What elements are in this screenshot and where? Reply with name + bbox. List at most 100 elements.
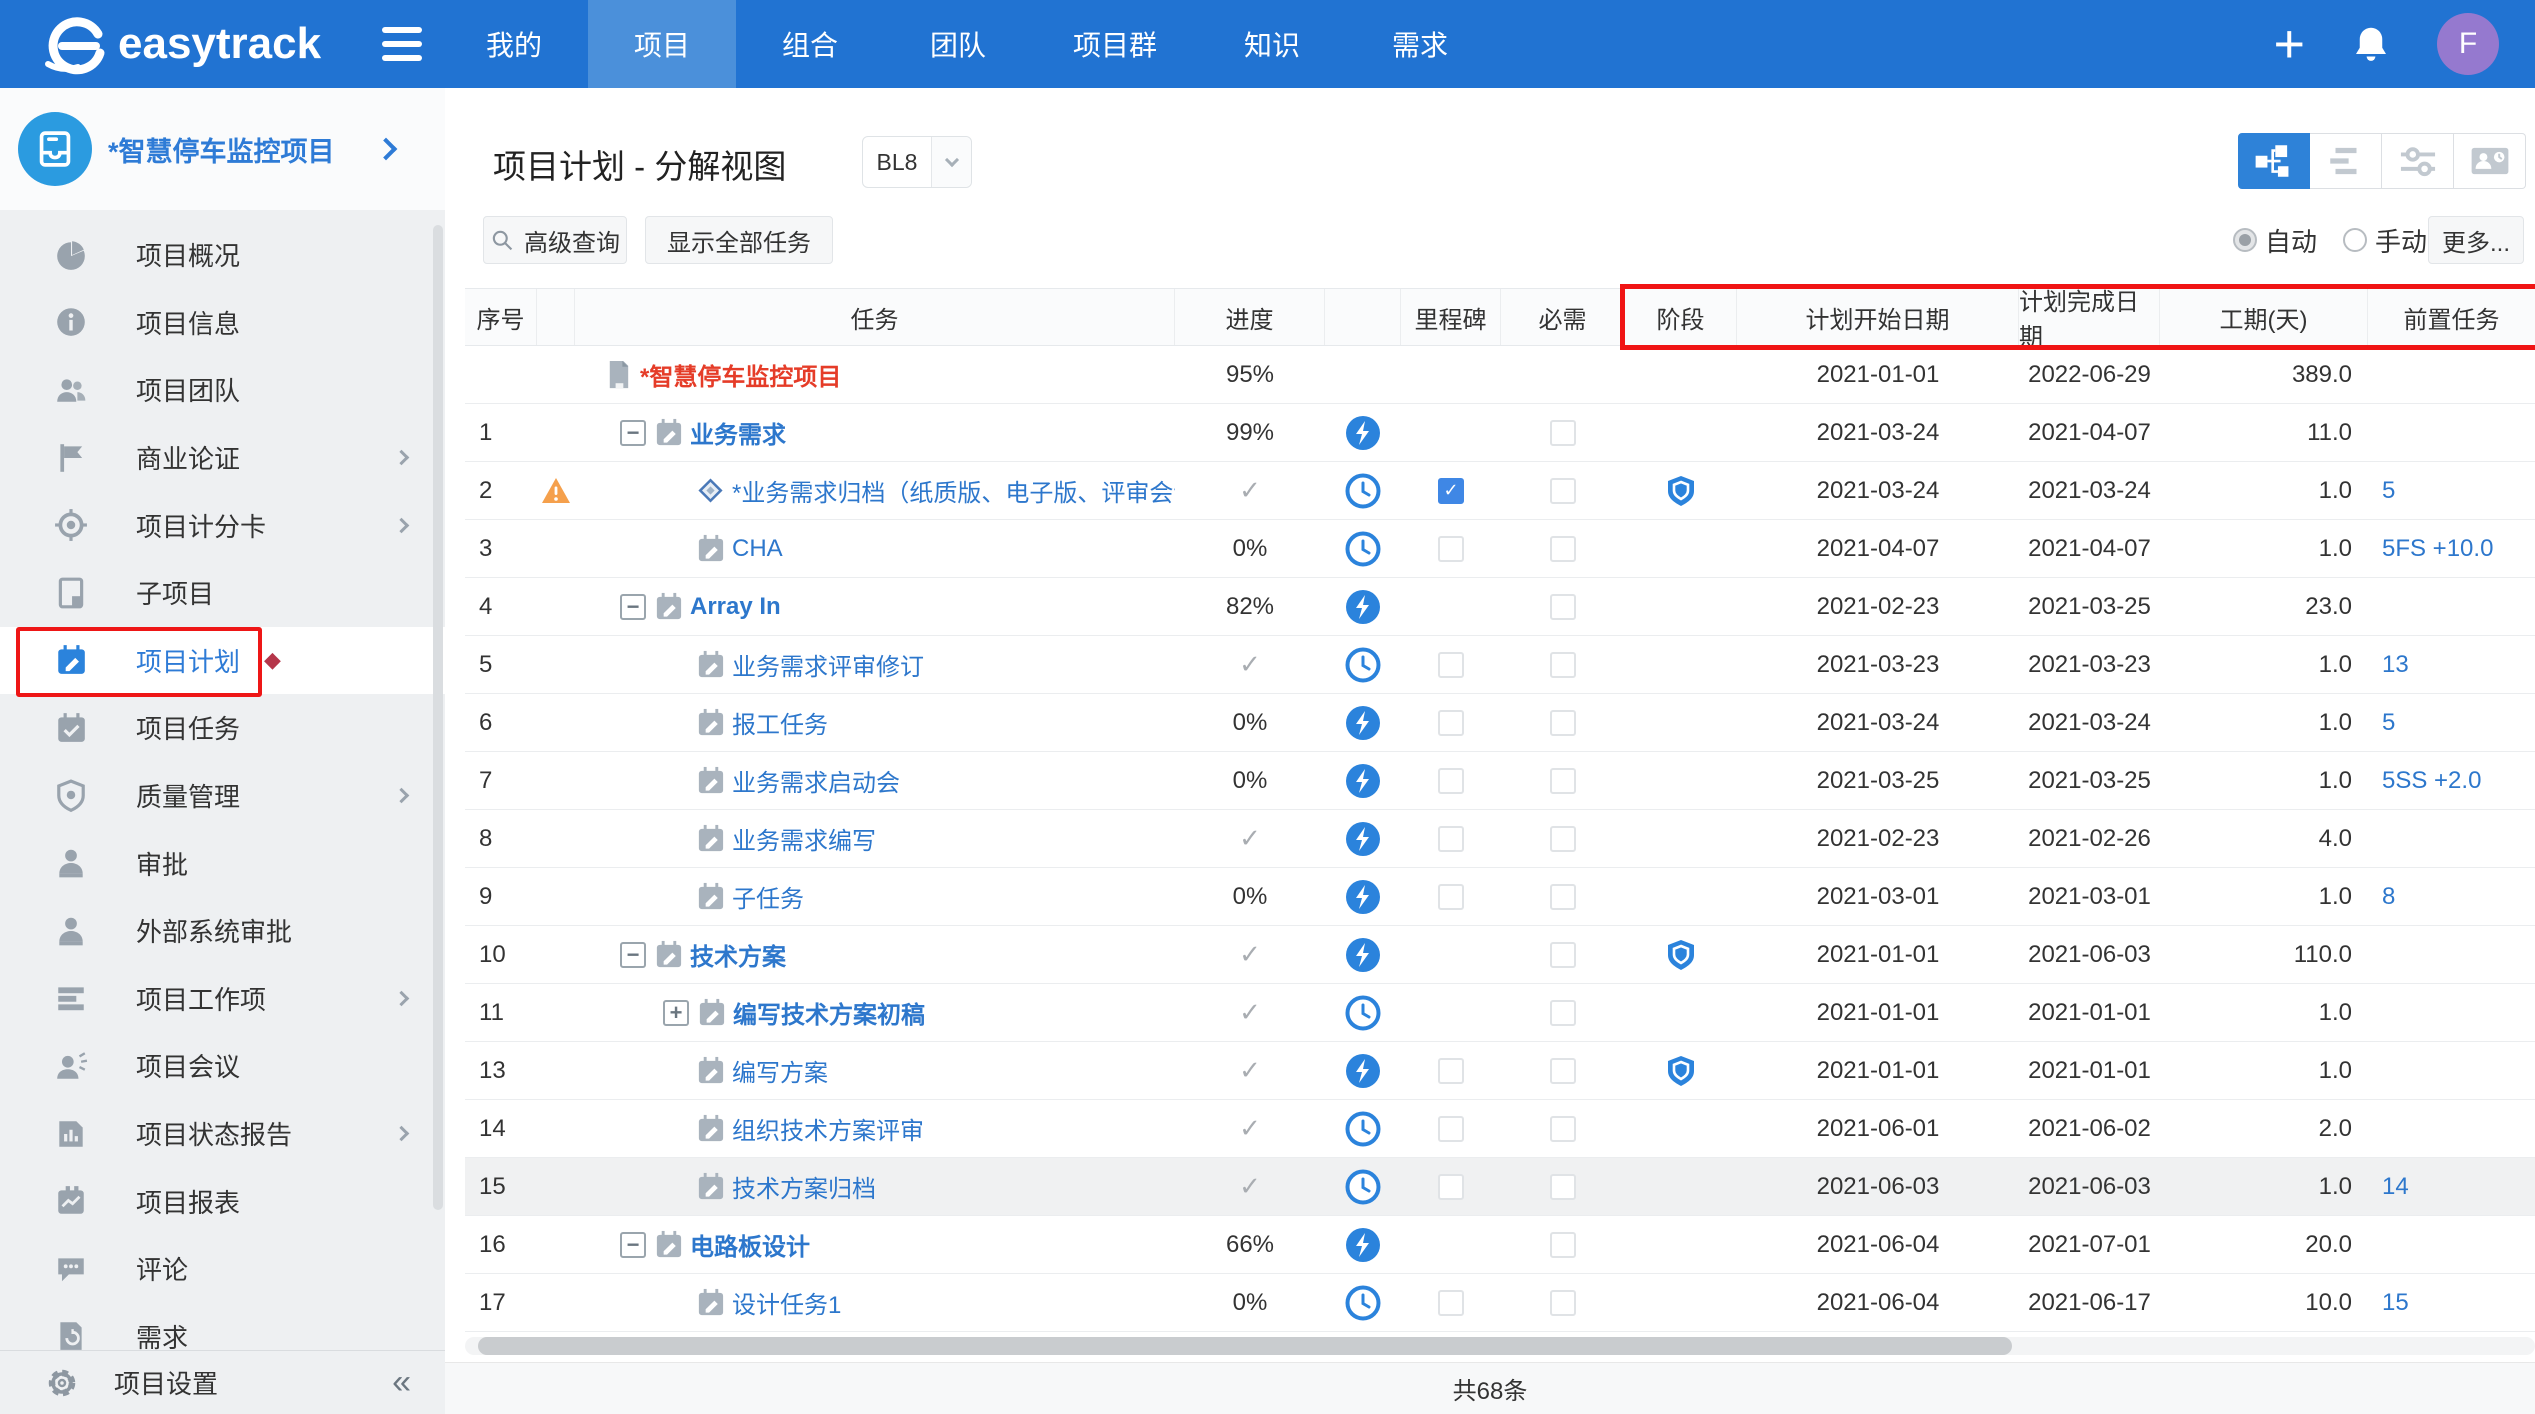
milestone-checkbox[interactable]: [1438, 1058, 1464, 1084]
task-link[interactable]: 技术方案: [690, 937, 786, 972]
predecessor-link[interactable]: 13: [2368, 636, 2535, 693]
sidebar-item-项目团队[interactable]: 项目团队: [0, 356, 445, 424]
required-checkbox[interactable]: [1550, 942, 1576, 968]
column-header-计划开始日期[interactable]: 计划开始日期: [1737, 289, 2019, 345]
nav-tab-知识[interactable]: 知识: [1198, 0, 1346, 88]
breakdown-view-button[interactable]: [2238, 133, 2310, 189]
required-checkbox[interactable]: [1550, 652, 1576, 678]
required-checkbox[interactable]: [1550, 594, 1576, 620]
column-header-blank-4[interactable]: [1325, 289, 1401, 345]
sidebar-item-审批[interactable]: 审批: [0, 829, 445, 897]
column-header-阶段[interactable]: 阶段: [1625, 289, 1737, 345]
collapse-sidebar-icon[interactable]: «: [392, 1363, 411, 1402]
milestone-checkbox[interactable]: [1438, 1290, 1464, 1316]
task-link[interactable]: 业务需求评审修订: [732, 647, 924, 682]
milestone-checkbox[interactable]: [1438, 710, 1464, 736]
collapse-toggle-icon[interactable]: −: [620, 942, 646, 968]
sidebar-item-项目计划[interactable]: 项目计划◆: [0, 627, 445, 695]
milestone-checkbox[interactable]: [1438, 652, 1464, 678]
nav-tab-我的[interactable]: 我的: [440, 0, 588, 88]
collapse-toggle-icon[interactable]: −: [620, 1232, 646, 1258]
required-checkbox[interactable]: [1550, 1290, 1576, 1316]
required-checkbox[interactable]: [1550, 1174, 1576, 1200]
sidebar-item-项目任务[interactable]: 项目任务: [0, 694, 445, 762]
task-link[interactable]: 业务需求编写: [732, 821, 876, 856]
project-expand-chevron-icon[interactable]: [375, 138, 398, 161]
auto-schedule-radio[interactable]: 自动: [2233, 222, 2317, 259]
sidebar-item-外部系统审批[interactable]: 外部系统审批: [0, 897, 445, 965]
nav-tab-项目[interactable]: 项目: [588, 0, 736, 88]
required-checkbox[interactable]: [1550, 1232, 1576, 1258]
task-link[interactable]: 技术方案归档: [732, 1169, 876, 1204]
required-checkbox[interactable]: [1550, 478, 1576, 504]
add-icon[interactable]: +: [2273, 0, 2305, 88]
resource-card-view-button[interactable]: [2454, 133, 2526, 189]
task-link[interactable]: 业务需求启动会: [732, 763, 900, 798]
predecessor-link[interactable]: 14: [2368, 1158, 2535, 1215]
list-view-button[interactable]: [2310, 133, 2382, 189]
collapse-toggle-icon[interactable]: −: [620, 420, 646, 446]
predecessor-link[interactable]: 5: [2368, 462, 2535, 519]
sidebar-scrollbar[interactable]: [433, 225, 443, 1210]
column-header-必需[interactable]: 必需: [1501, 289, 1625, 345]
task-link[interactable]: 编写方案: [732, 1053, 828, 1088]
predecessor-link[interactable]: 8: [2368, 868, 2535, 925]
notifications-icon[interactable]: [2351, 24, 2391, 64]
column-header-blank-1[interactable]: [537, 289, 575, 345]
milestone-checkbox[interactable]: [1438, 826, 1464, 852]
task-link[interactable]: 电路板设计: [690, 1227, 810, 1262]
task-link[interactable]: *智慧停车监控项目: [640, 357, 841, 392]
sidebar-item-评论[interactable]: 评论: [0, 1235, 445, 1303]
predecessor-link[interactable]: 5FS +10.0: [2368, 520, 2535, 577]
sidebar-footer[interactable]: 项目设置 «: [0, 1350, 445, 1414]
required-checkbox[interactable]: [1550, 710, 1576, 736]
filter-settings-view-button[interactable]: [2382, 133, 2454, 189]
horizontal-scrollbar-thumb[interactable]: [478, 1337, 2012, 1355]
more-button[interactable]: 更多...: [2428, 216, 2524, 264]
task-link[interactable]: 报工任务: [732, 705, 828, 740]
sidebar-item-质量管理[interactable]: 质量管理: [0, 762, 445, 830]
required-checkbox[interactable]: [1550, 884, 1576, 910]
column-header-前置任务[interactable]: 前置任务: [2368, 289, 2535, 345]
milestone-checkbox[interactable]: [1438, 768, 1464, 794]
required-checkbox[interactable]: [1550, 1116, 1576, 1142]
predecessor-link[interactable]: 5: [2368, 694, 2535, 751]
column-header-工期(天)[interactable]: 工期(天): [2160, 289, 2368, 345]
brand-logo[interactable]: easytrack: [40, 8, 340, 80]
collapse-toggle-icon[interactable]: −: [620, 594, 646, 620]
predecessor-link[interactable]: 15: [2368, 1274, 2535, 1331]
task-link[interactable]: 业务需求: [690, 415, 786, 450]
milestone-checkbox[interactable]: [1438, 1174, 1464, 1200]
column-header-计划完成日期[interactable]: 计划完成日期: [2019, 289, 2160, 345]
required-checkbox[interactable]: [1550, 768, 1576, 794]
task-link[interactable]: Array In: [690, 593, 781, 621]
show-all-tasks-button[interactable]: 显示全部任务: [645, 216, 833, 264]
sidebar-item-项目计分卡[interactable]: 项目计分卡: [0, 491, 445, 559]
milestone-checkbox[interactable]: [1438, 1116, 1464, 1142]
sidebar-item-项目概况[interactable]: 项目概况: [0, 221, 445, 289]
milestone-checkbox[interactable]: ✓: [1438, 478, 1464, 504]
column-header-进度[interactable]: 进度: [1175, 289, 1325, 345]
expand-toggle-icon[interactable]: +: [663, 1000, 689, 1026]
baseline-select[interactable]: BL8: [862, 136, 972, 188]
manual-schedule-radio[interactable]: 手动: [2343, 222, 2427, 259]
chevron-down-icon[interactable]: [931, 137, 971, 187]
horizontal-scrollbar[interactable]: [465, 1337, 2535, 1355]
column-header-序号[interactable]: 序号: [465, 289, 537, 345]
task-link[interactable]: *业务需求归档（纸质版、电子版、评审会议: [732, 473, 1175, 508]
milestone-checkbox[interactable]: [1438, 536, 1464, 562]
nav-tab-团队[interactable]: 团队: [884, 0, 1032, 88]
task-link[interactable]: 组织技术方案评审: [732, 1111, 924, 1146]
task-link[interactable]: 子任务: [732, 879, 804, 914]
task-link[interactable]: 编写技术方案初稿: [733, 995, 925, 1030]
sidebar-item-项目信息[interactable]: 项目信息: [0, 289, 445, 357]
task-link[interactable]: CHA: [732, 535, 783, 563]
column-header-任务[interactable]: 任务: [575, 289, 1175, 345]
task-link[interactable]: 设计任务1: [732, 1285, 841, 1320]
sidebar-item-子项目[interactable]: 子项目: [0, 559, 445, 627]
sidebar-item-商业论证[interactable]: 商业论证: [0, 424, 445, 492]
sidebar-item-项目会议[interactable]: 项目会议: [0, 1032, 445, 1100]
nav-tab-项目群[interactable]: 项目群: [1032, 0, 1198, 88]
required-checkbox[interactable]: [1550, 826, 1576, 852]
sidebar-item-项目状态报告[interactable]: 项目状态报告: [0, 1100, 445, 1168]
